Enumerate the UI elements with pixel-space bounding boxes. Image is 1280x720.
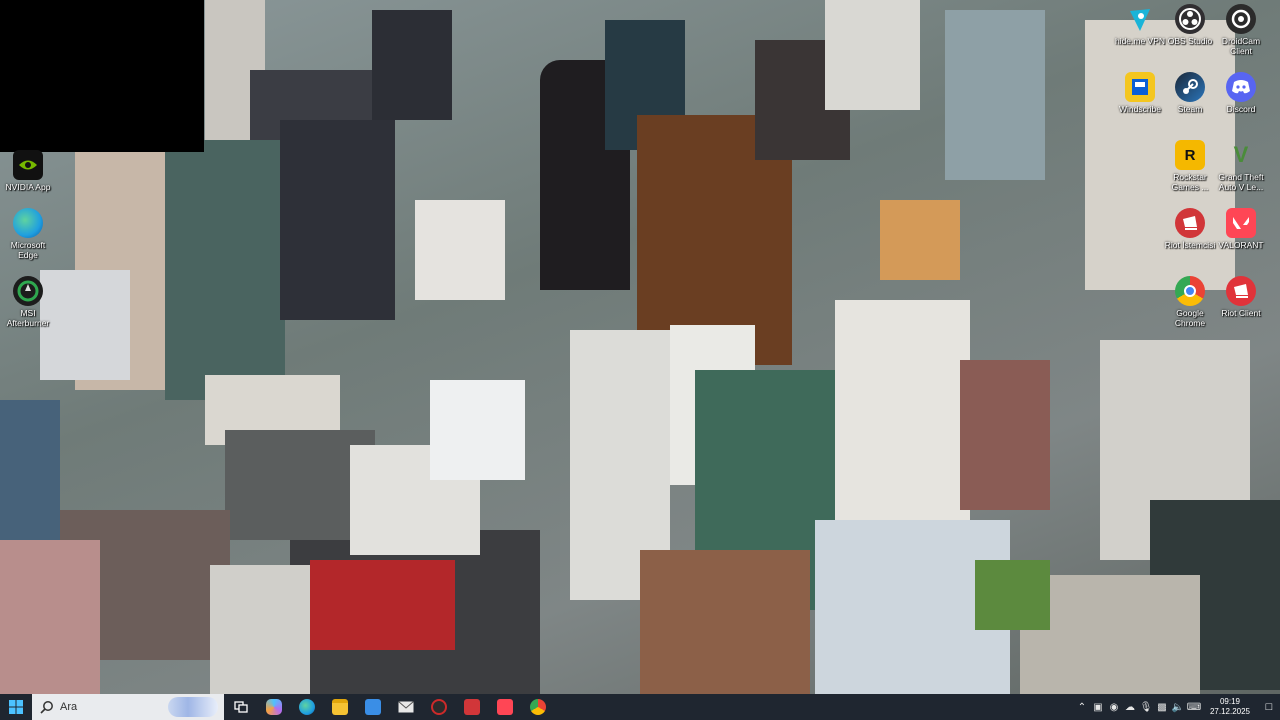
obs-taskbar-icon [430, 699, 447, 715]
nvidia-icon [13, 150, 43, 180]
obs-icon [1175, 4, 1205, 34]
microphone-button[interactable]: 🎙 [1138, 694, 1154, 720]
desktop-icon-steam[interactable]: Steam [1162, 72, 1218, 114]
chrome-taskbar-icon [529, 699, 546, 715]
black-overlay-region [0, 0, 204, 152]
gta-icon: V [1233, 142, 1249, 167]
windscribe-icon [1125, 72, 1155, 102]
desktop-icon-google-chrome[interactable]: Google Chrome [1162, 276, 1218, 328]
desktop-icon-obs-studio[interactable]: OBS Studio [1162, 4, 1218, 46]
clock-time: 09:19 [1219, 697, 1241, 706]
microsoft-store-button[interactable] [356, 694, 389, 720]
desktop-icon-riot-istemcisi[interactable]: Riot İstemcisi [1162, 208, 1218, 250]
desktop-icon-microsoft-edge[interactable]: Microsoft Edge [0, 208, 56, 260]
desktop-icon-label: Riot Client [1221, 308, 1261, 318]
network-button[interactable]: ▩ [1154, 694, 1170, 720]
desktop-icon-label: Windscribe [1118, 104, 1162, 114]
monitor-icon: ▣ [1093, 701, 1103, 713]
desktop-icon-rockstar-games[interactable]: R Rockstar Games ... [1162, 140, 1218, 192]
steam-icon [1175, 72, 1205, 102]
riot-taskbar-button[interactable] [455, 694, 488, 720]
desktop-icon-label: hide.me VPN [1114, 36, 1166, 46]
desktop-icon-msi-afterburner[interactable]: MSI Afterburner [0, 276, 56, 328]
chrome-taskbar-button[interactable] [521, 694, 554, 720]
desktop-icon-windscribe[interactable]: Windscribe [1112, 72, 1168, 114]
notification-center-button[interactable]: □ [1258, 694, 1280, 720]
network-icon: ▩ [1157, 701, 1167, 713]
cloud-icon: ☁ [1125, 701, 1135, 713]
copilot-icon [265, 699, 282, 715]
notification-icon: □ [1265, 701, 1273, 713]
droidcam-icon [1226, 4, 1256, 34]
gpu-icon: ◉ [1109, 701, 1119, 713]
valorant-taskbar-icon [496, 699, 513, 715]
mail-button[interactable] [389, 694, 422, 720]
desktop-icon-label: Google Chrome [1174, 308, 1206, 328]
taskbar-search-box[interactable]: Ara [32, 694, 224, 720]
desktop-icon-label: Rockstar Games ... [1171, 172, 1209, 192]
search-placeholder: Ara [60, 701, 78, 713]
edge-taskbar-button[interactable] [290, 694, 323, 720]
riot-client-icon [1226, 276, 1256, 306]
obs-taskbar-button[interactable] [422, 694, 455, 720]
afterburner-icon [13, 276, 43, 306]
edge-taskbar-icon [298, 699, 315, 715]
desktop-icon-label: MSI Afterburner [6, 308, 50, 328]
taskbar: Ara ⌃ ▣ ◉ ☁ 🎙 ▩ 🔈 ⌨ 09:19 27.12.2025 □ [0, 694, 1280, 720]
desktop-icon-label: DroidCam Client [1221, 36, 1261, 56]
file-explorer-icon [331, 699, 348, 715]
file-explorer-button[interactable] [323, 694, 356, 720]
keyboard-button[interactable]: ⌨ [1186, 694, 1202, 720]
edge-icon [13, 208, 43, 238]
desktop-icon-discord[interactable]: Discord [1213, 72, 1269, 114]
riot-taskbar-icon [463, 699, 480, 715]
tray-app-icon[interactable]: ◉ [1106, 694, 1122, 720]
microphone-icon: 🎙 [1139, 701, 1153, 713]
mail-icon [397, 701, 414, 713]
hideme-icon [1125, 4, 1155, 34]
discord-icon [1226, 72, 1256, 102]
desktop-icon-label: NVIDIA App [5, 182, 51, 192]
system-tray: ⌃ ▣ ◉ ☁ 🎙 ▩ 🔈 ⌨ 09:19 27.12.2025 □ [1074, 694, 1280, 720]
valorant-icon [1226, 208, 1256, 238]
copilot-button[interactable] [257, 694, 290, 720]
valorant-taskbar-button[interactable] [488, 694, 521, 720]
desktop-icon-label: Discord [1226, 104, 1256, 114]
clock-date: 27.12.2025 [1209, 707, 1251, 716]
keyboard-icon: ⌨ [1186, 701, 1202, 713]
desktop-icon-label: OBS Studio [1167, 36, 1213, 46]
desktop-icon-droidcam-client[interactable]: DroidCam Client [1213, 4, 1269, 56]
windows-logo-icon [9, 700, 23, 714]
desktop-icon-label: Steam [1177, 104, 1203, 114]
chevron-up-icon: ⌃ [1077, 701, 1087, 713]
task-view-button[interactable] [224, 694, 257, 720]
task-view-icon [233, 701, 248, 713]
volume-button[interactable]: 🔈 [1170, 694, 1186, 720]
riot-icon [1175, 208, 1205, 238]
desktop-icon-label: Riot İstemcisi [1164, 240, 1216, 250]
microsoft-store-icon [364, 699, 381, 715]
taskbar-clock[interactable]: 09:19 27.12.2025 [1202, 697, 1258, 717]
speaker-icon: 🔈 [1171, 701, 1185, 713]
show-hidden-icons-button[interactable]: ⌃ [1074, 694, 1090, 720]
desktop-icon-gta-v[interactable]: V Grand Theft Auto V Le... [1213, 140, 1269, 192]
desktop-icon-label: Grand Theft Auto V Le... [1218, 172, 1264, 192]
search-icon [40, 701, 53, 714]
desktop-icon-label: VALORANT [1218, 240, 1264, 250]
desktop-icon-valorant[interactable]: VALORANT [1213, 208, 1269, 250]
desktop-icon-riot-client[interactable]: Riot Client [1213, 276, 1269, 318]
tray-app-icon[interactable]: ▣ [1090, 694, 1106, 720]
search-highlight-image [168, 697, 218, 717]
chrome-icon [1175, 276, 1205, 306]
desktop-icon-label: Microsoft Edge [10, 240, 46, 260]
start-button[interactable] [0, 694, 32, 720]
tray-app-icon[interactable]: ☁ [1122, 694, 1138, 720]
desktop-icon-nvidia-app[interactable]: NVIDIA App [0, 150, 56, 192]
rockstar-icon: R [1175, 140, 1205, 170]
desktop-icon-hideme-vpn[interactable]: hide.me VPN [1112, 4, 1168, 46]
